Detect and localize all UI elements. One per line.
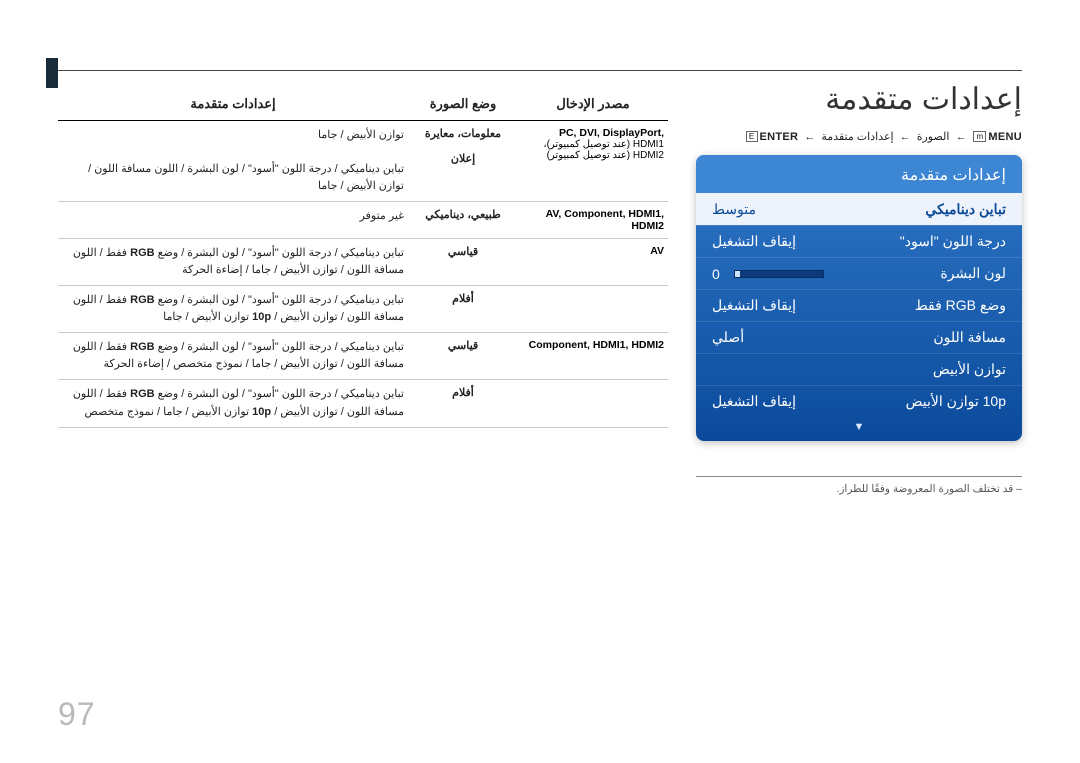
osd-footnote: – قد تختلف الصورة المعروضة وفقًا للطراز. [696, 476, 1022, 495]
osd-row-10p-white-balance[interactable]: 10p توازن الأبيض إيقاف التشغيل [696, 385, 1022, 417]
osd-label: لون البشرة [940, 265, 1006, 282]
enter-icon: E [746, 131, 758, 142]
table-row: Component, HDMI1, HDMI2قياسيتباين دينامي… [58, 333, 668, 380]
table-row: AV, Component, HDMI1, HDMI2طبيعي، دينامي… [58, 202, 668, 239]
cell-source: AV, Component, HDMI1, HDMI2 [518, 202, 668, 239]
page-title: إعدادات متقدمة [825, 82, 1022, 117]
cell-source [518, 286, 668, 333]
osd-row-black-tone[interactable]: درجة اللون "اسود" إيقاف التشغيل [696, 225, 1022, 257]
cell-options: تباين ديناميكي / درجة اللون "أسود" / لون… [58, 286, 408, 333]
cell-options: توازن الأبيض / جاماتباين ديناميكي / درجة… [58, 121, 408, 202]
osd-row-dynamic-contrast[interactable]: تباين ديناميكي متوسط [696, 193, 1022, 225]
table-row: PC, DVI, DisplayPort,HDMI1 (عند توصيل كم… [58, 121, 668, 202]
cell-mode: أفلام [408, 286, 518, 333]
osd-label: مسافة اللون [933, 329, 1006, 346]
settings-table: مصدر الإدخال وضع الصورة إعدادات متقدمة P… [58, 90, 668, 428]
chevron-left-icon: ← [900, 131, 911, 143]
table-row: AVقياسيتباين ديناميكي / درجة اللون "أسود… [58, 239, 668, 286]
osd-menu: إعدادات متقدمة تباين ديناميكي متوسط درجة… [696, 155, 1022, 441]
col-source: مصدر الإدخال [518, 90, 668, 121]
cell-source: Component, HDMI1, HDMI2 [518, 333, 668, 380]
osd-label: 10p توازن الأبيض [906, 393, 1006, 410]
breadcrumb-advanced: إعدادات متقدمة [821, 131, 893, 143]
breadcrumb-enter-kw: ENTER [760, 131, 799, 143]
cell-mode: معلومات، معايرةإعلان [408, 121, 518, 202]
cell-options: تباين ديناميكي / درجة اللون "أسود" / لون… [58, 239, 408, 286]
cell-mode: أفلام [408, 380, 518, 427]
osd-label: وضع RGB فقط [915, 297, 1006, 314]
col-options: إعدادات متقدمة [58, 90, 408, 121]
table-row: أفلامتباين ديناميكي / درجة اللون "أسود" … [58, 380, 668, 427]
osd-label: تباين ديناميكي [925, 201, 1006, 218]
osd-row-color-space[interactable]: مسافة اللون أصلي [696, 321, 1022, 353]
table-header-row: مصدر الإدخال وضع الصورة إعدادات متقدمة [58, 90, 668, 121]
osd-title: إعدادات متقدمة [696, 155, 1022, 193]
breadcrumb: MENUm ← الصورة ← إعدادات متقدمة ← ENTERE [746, 130, 1022, 143]
osd-value: أصلي [712, 329, 744, 346]
cell-options: تباين ديناميكي / درجة اللون "أسود" / لون… [58, 333, 408, 380]
chevron-left-icon: ← [956, 131, 967, 143]
osd-value: إيقاف التشغيل [712, 297, 796, 314]
menu-icon: m [973, 131, 986, 142]
cell-options: غير متوفر [58, 202, 408, 239]
chevron-down-icon[interactable]: ▼ [696, 417, 1022, 441]
osd-row-flesh-tone[interactable]: لون البشرة 0 [696, 257, 1022, 289]
cell-source: PC, DVI, DisplayPort,HDMI1 (عند توصيل كم… [518, 121, 668, 202]
osd-value: متوسط [712, 201, 756, 218]
col-mode: وضع الصورة [408, 90, 518, 121]
page-number: 97 [58, 696, 96, 733]
cell-options: تباين ديناميكي / درجة اللون "أسود" / لون… [58, 380, 408, 427]
chevron-left-icon: ← [804, 131, 815, 143]
breadcrumb-picture: الصورة [917, 131, 950, 143]
cell-source [518, 380, 668, 427]
table-row: أفلامتباين ديناميكي / درجة اللون "أسود" … [58, 286, 668, 333]
osd-row-white-balance[interactable]: توازن الأبيض [696, 353, 1022, 385]
breadcrumb-menu-kw: MENU [988, 131, 1022, 143]
cell-mode: طبيعي، ديناميكي [408, 202, 518, 239]
cell-source: AV [518, 239, 668, 286]
osd-label: درجة اللون "اسود" [900, 233, 1006, 250]
osd-label: توازن الأبيض [933, 361, 1006, 378]
cell-mode: قياسي [408, 333, 518, 380]
cell-mode: قياسي [408, 239, 518, 286]
page-corner-decor [46, 58, 58, 88]
osd-row-rgb-only[interactable]: وضع RGB فقط إيقاف التشغيل [696, 289, 1022, 321]
osd-value: 0 [712, 266, 720, 282]
osd-value: إيقاف التشغيل [712, 393, 796, 410]
osd-value: إيقاف التشغيل [712, 233, 796, 250]
top-rule [58, 70, 1022, 71]
flesh-tone-slider[interactable] [734, 270, 824, 278]
